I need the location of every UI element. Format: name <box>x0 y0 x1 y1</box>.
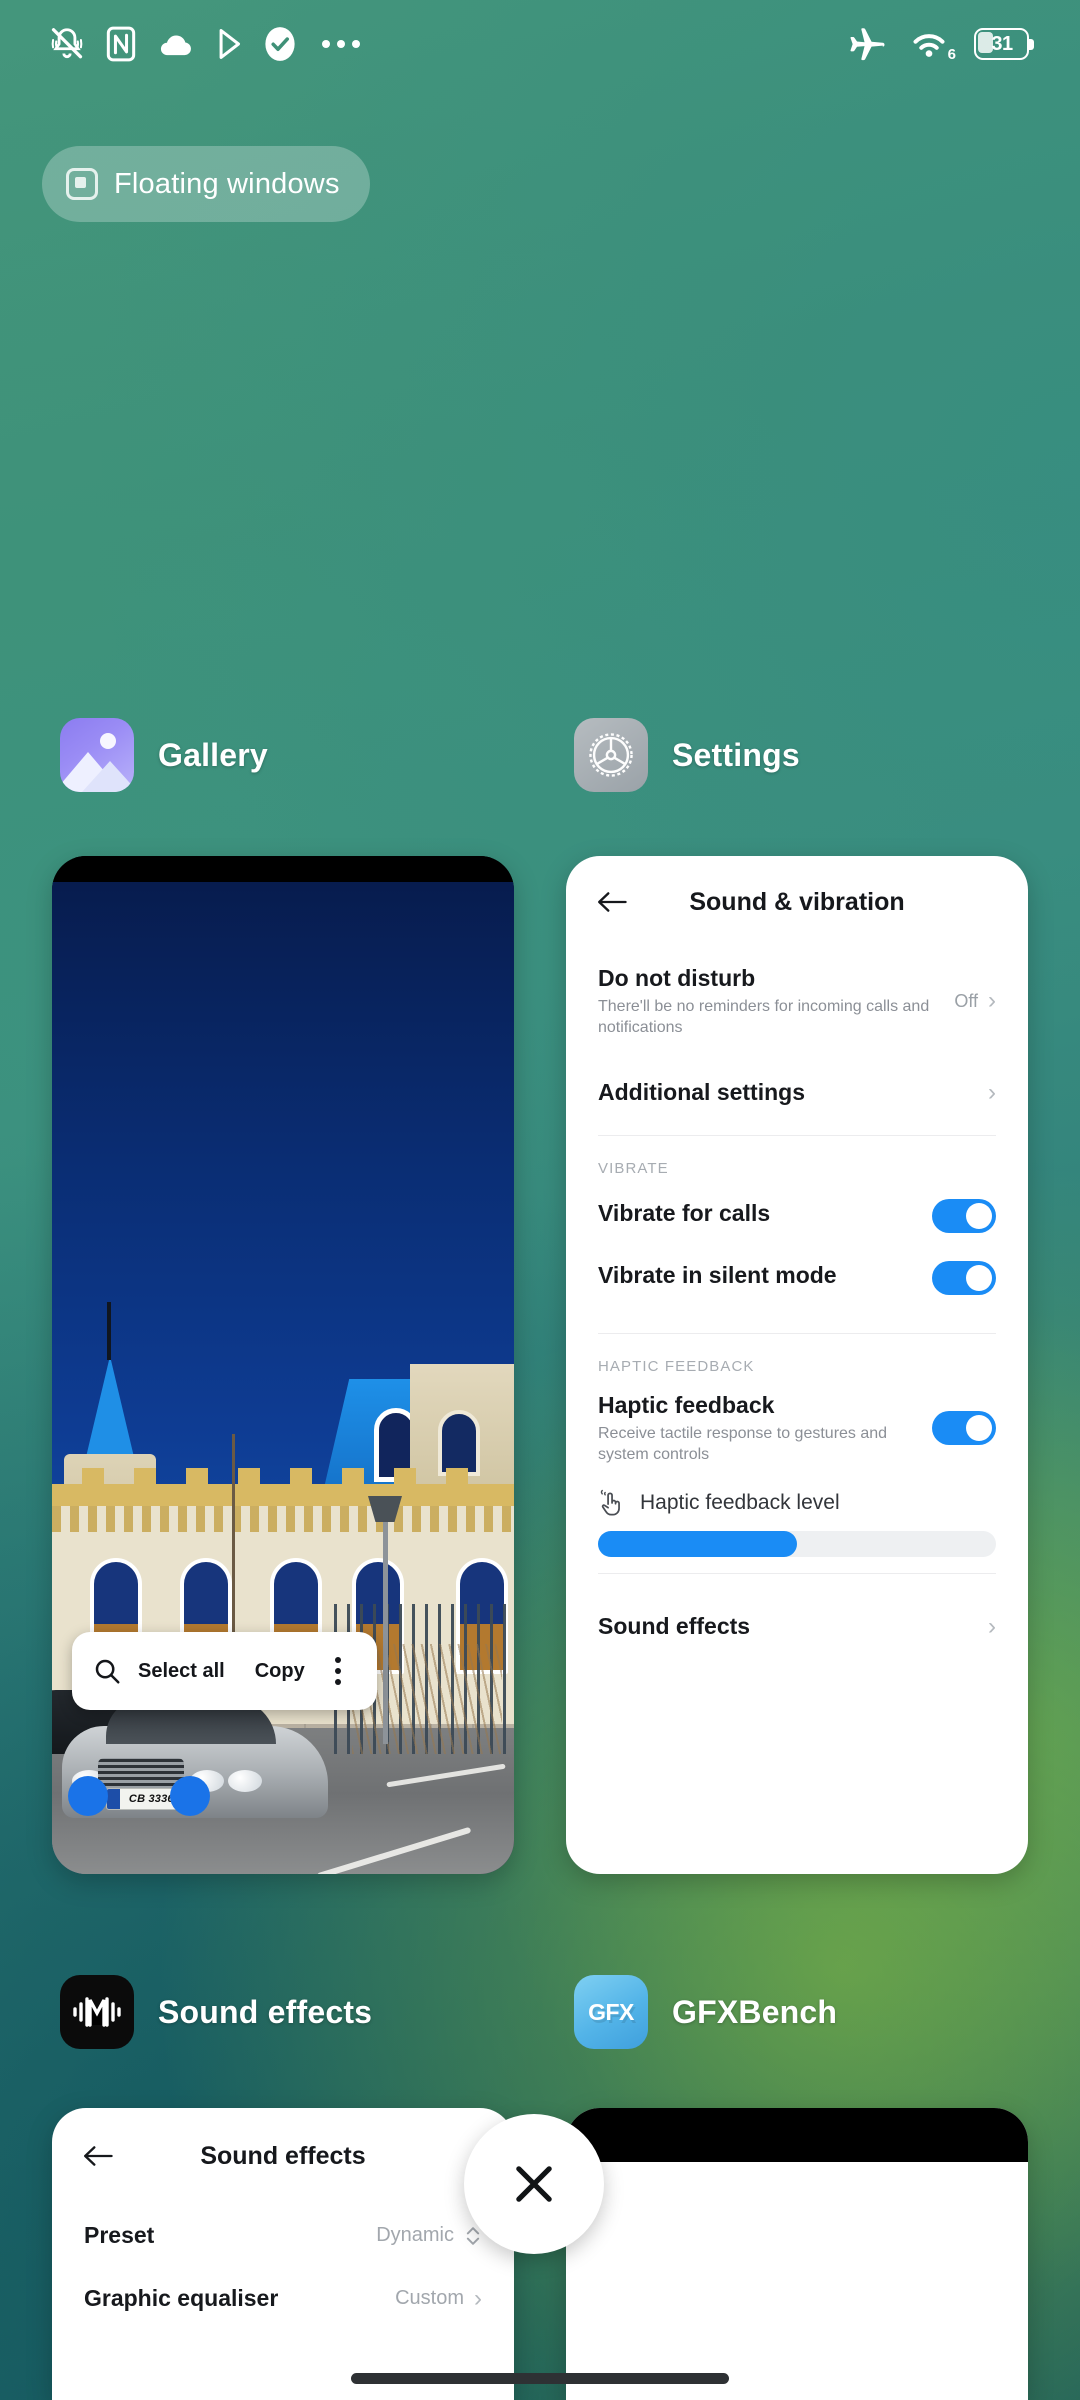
haptic-level-row: Haptic feedback level <box>598 1477 996 1525</box>
recent-card-settings[interactable]: Sound & vibration Do not disturb There'l… <box>566 856 1028 1874</box>
sfx-row-graphic-equaliser[interactable]: Graphic equaliser Custom › <box>84 2267 482 2330</box>
status-bar: 6 31 <box>0 0 1080 88</box>
section-caption-haptic: HAPTIC FEEDBACK <box>598 1358 755 1376</box>
sfx-header: Sound effects <box>52 2108 514 2204</box>
settings-body: Do not disturb There'll be no reminders … <box>566 948 1028 1651</box>
kebab-menu-icon[interactable] <box>321 1657 351 1685</box>
floating-window-icon <box>66 168 98 200</box>
app-name-gallery: Gallery <box>158 736 268 773</box>
chevron-right-icon: › <box>988 1612 996 1640</box>
floating-windows-pill[interactable]: Floating windows <box>42 146 370 222</box>
app-name-sound-effects: Sound effects <box>158 1993 373 2030</box>
search-icon[interactable] <box>92 1656 122 1686</box>
wifi-6-icon: 6 <box>908 23 956 65</box>
recent-app-header-settings[interactable]: Settings <box>574 718 800 792</box>
row-subtitle: Receive tactile response to gestures and… <box>598 1424 888 1463</box>
row-label: Graphic equaliser <box>84 2285 279 2311</box>
toggle-vibrate-for-calls[interactable] <box>932 1199 996 1234</box>
settings-row-additional-settings[interactable]: Additional settings › <box>598 1054 996 1125</box>
settings-row-sound-effects[interactable]: Sound effects › <box>598 1584 996 1651</box>
select-all-button[interactable]: Select all <box>124 1660 239 1683</box>
back-arrow-icon[interactable] <box>596 889 628 915</box>
airplane-mode-icon <box>850 28 885 61</box>
recent-app-header-gallery[interactable]: Gallery <box>60 718 268 792</box>
recent-app-header-sound-effects[interactable]: Sound effects <box>60 1975 372 2049</box>
app-name-settings: Settings <box>672 736 800 773</box>
photo-right-tower-window <box>438 1410 480 1476</box>
chevron-right-icon: › <box>988 987 996 1015</box>
cloud-icon <box>160 35 191 56</box>
row-value: Dynamic <box>376 2224 454 2246</box>
divider <box>598 1333 996 1335</box>
copy-button[interactable]: Copy <box>241 1660 319 1683</box>
text-selection-toolbar[interactable]: Select all Copy <box>72 1632 377 1710</box>
haptic-level-slider[interactable] <box>598 1531 996 1558</box>
slider-fill <box>598 1531 797 1558</box>
recent-app-header-gfxbench[interactable]: GFX GFXBench <box>574 1975 837 2049</box>
gfx-icon-text: GFX <box>588 1998 634 2025</box>
row-title: Haptic feedback <box>598 1392 775 1419</box>
section-caption-vibrate: VIBRATE <box>598 1160 669 1178</box>
status-bar-left-icons <box>48 24 360 64</box>
toggle-haptic-feedback[interactable] <box>932 1411 996 1446</box>
row-title: Do not disturb <box>598 965 756 991</box>
photo-spire-tip <box>107 1302 111 1360</box>
row-label: Preset <box>84 2222 155 2248</box>
selection-handle-end[interactable] <box>170 1776 210 1816</box>
gallery-photo: CB 3336 HT <box>52 882 514 1874</box>
settings-row-vibrate-for-calls[interactable]: Vibrate for calls <box>598 1185 996 1247</box>
battery-indicator: 31 <box>974 28 1034 60</box>
close-all-button[interactable] <box>464 2114 604 2254</box>
settings-page-title: Sound & vibration <box>689 887 905 916</box>
more-icon <box>322 40 360 48</box>
settings-row-do-not-disturb[interactable]: Do not disturb There'll be no reminders … <box>598 948 996 1054</box>
row-title: Sound effects <box>598 1613 751 1640</box>
chevron-right-icon: › <box>474 2284 482 2312</box>
battery-percent-label: 31 <box>991 32 1013 55</box>
toggle-vibrate-silent-mode[interactable] <box>932 1261 996 1296</box>
divider <box>598 1135 996 1137</box>
sfx-page-title: Sound effects <box>200 2141 366 2170</box>
row-value: Off <box>954 990 978 1011</box>
sound-effects-icon <box>60 1975 134 2049</box>
home-gesture-pill[interactable] <box>351 2372 729 2384</box>
check-circle-icon <box>265 27 295 61</box>
play-store-icon <box>219 29 241 59</box>
gallery-icon <box>60 718 134 792</box>
card-notch-bar <box>52 856 514 882</box>
settings-row-haptic-feedback[interactable]: Haptic feedback Receive tactile response… <box>598 1383 996 1477</box>
selection-handle-start[interactable] <box>68 1776 108 1816</box>
silent-bell-icon <box>51 28 83 59</box>
row-title: Additional settings <box>598 1079 805 1106</box>
photo-arch-row <box>52 1506 514 1532</box>
photo-cornice <box>52 1484 514 1506</box>
divider <box>598 1573 996 1575</box>
row-title: Vibrate for calls <box>598 1200 771 1227</box>
chevron-right-icon: › <box>988 1078 996 1106</box>
floating-windows-label: Floating windows <box>114 167 340 200</box>
gfx-icon: GFX <box>574 1975 648 2049</box>
photo-lamp-pole <box>383 1514 388 1744</box>
settings-gear-icon <box>574 718 648 792</box>
back-arrow-icon[interactable] <box>82 2143 114 2169</box>
sfx-body: Preset Dynamic Graphic equaliser Custom … <box>52 2204 514 2330</box>
close-x-icon <box>516 2166 552 2202</box>
wifi-generation-label: 6 <box>947 46 956 63</box>
status-bar-right-icons: 6 31 <box>846 23 1034 65</box>
settings-row-vibrate-silent-mode[interactable]: Vibrate in silent mode <box>598 1247 996 1309</box>
app-name-gfxbench: GFXBench <box>672 1993 838 2030</box>
haptic-tap-icon <box>600 1490 620 1516</box>
row-subtitle: There'll be no reminders for incoming ca… <box>598 997 930 1036</box>
navigation-bar <box>0 2356 1080 2400</box>
nfc-icon <box>106 26 136 62</box>
row-value: Custom <box>395 2287 464 2309</box>
sfx-row-preset[interactable]: Preset Dynamic <box>84 2204 482 2267</box>
row-title: Vibrate in silent mode <box>598 1262 837 1289</box>
recent-card-gallery[interactable]: CB 3336 HT <box>52 856 514 1874</box>
haptic-level-label: Haptic feedback level <box>640 1491 840 1515</box>
settings-header: Sound & vibration <box>566 856 1028 948</box>
card-notch-bar <box>566 2108 1028 2162</box>
